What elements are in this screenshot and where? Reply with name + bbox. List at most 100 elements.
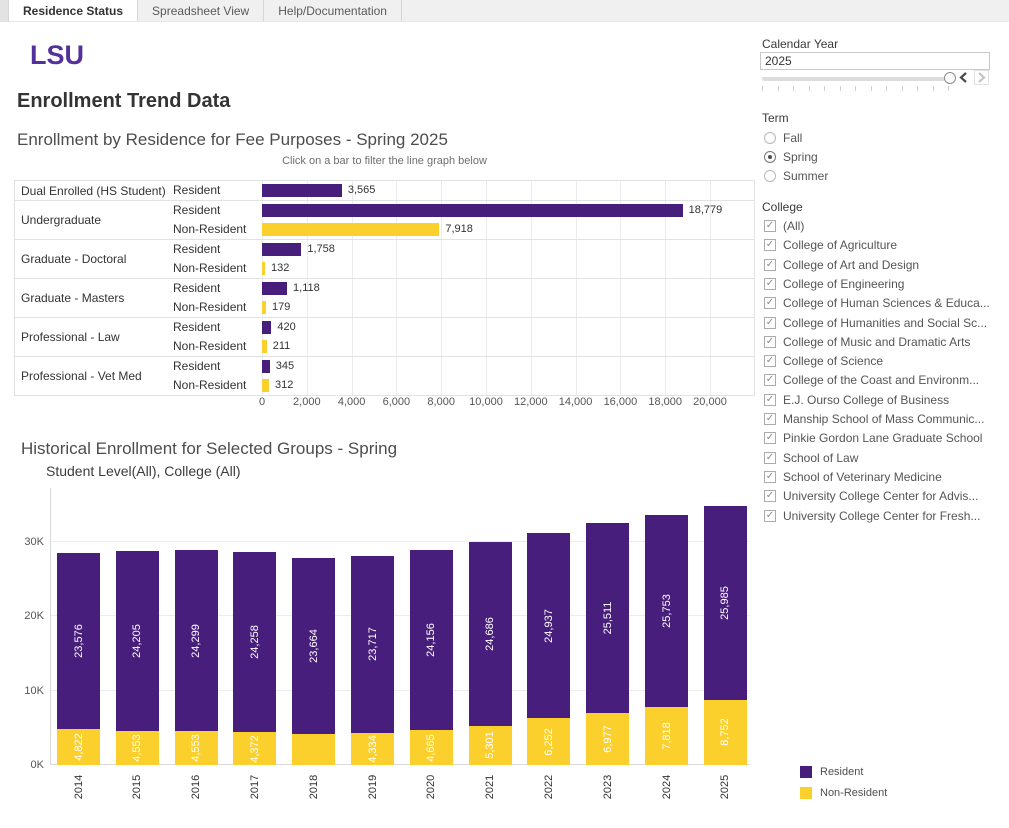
bar-value-label: 18,779 [689,201,723,220]
bar-non-resident[interactable] [262,379,269,392]
checkbox-icon[interactable]: ✓ [764,510,776,522]
college-option-college-of-human-sciences-educa[interactable]: ✓College of Human Sciences & Educa... [764,295,990,311]
stack-segment-non-resident[interactable] [292,734,335,765]
slider-tick [778,86,779,91]
term-option-summer[interactable]: Summer [764,168,828,184]
gridline [710,376,711,395]
bar-plot-area: 1,118 [262,279,754,298]
segment-value-label: 24,205 [131,624,143,658]
slider-tick [886,86,887,91]
college-option-university-college-center-for-fresh[interactable]: ✓University College Center for Fresh... [764,508,980,524]
segment-value-label: 4,665 [425,734,437,762]
term-option-label: Spring [783,150,818,164]
college-option-e-j-ourso-college-of-business[interactable]: ✓E.J. Ourso College of Business [764,392,949,408]
checkbox-icon[interactable]: ✓ [764,413,776,425]
college-option-school-of-law[interactable]: ✓School of Law [764,450,858,466]
college-option-university-college-center-for-advis[interactable]: ✓University College Center for Advis... [764,488,978,504]
college-option-college-of-science[interactable]: ✓ College of Science [764,353,883,369]
gridline [665,240,666,259]
tab-help-documentation[interactable]: Help/Documentation [264,0,402,21]
college-option-college-of-engineering[interactable]: ✓College of Engineering [764,276,904,292]
table-row: Non-Resident7,918 [173,220,754,239]
term-filter-label: Term [762,111,789,125]
checkbox-icon[interactable]: ✓ [764,355,776,367]
checkbox-icon[interactable]: ✓ [764,432,776,444]
college-option-college-of-music-and-dramatic-arts[interactable]: ✓ College of Music and Dramatic Arts [764,334,970,350]
category-label: Dual Enrolled (HS Student) [15,181,173,200]
college-option-college-of-humanities-and-social-sc[interactable]: ✓College of Humanities and Social Sc... [764,315,987,331]
gridline [396,279,397,298]
table-row: Non-Resident132 [173,259,754,278]
checkbox-icon[interactable]: ✓ [764,374,776,386]
bar-non-resident[interactable] [262,262,265,275]
gridline [710,220,711,239]
calendar-year-input[interactable] [760,52,990,70]
x-axis-label: 2019 [367,775,379,799]
residence-chart-x-axis: 02,0004,0006,0008,00010,00012,00014,0001… [262,396,755,412]
term-option-spring[interactable]: Spring [764,149,818,165]
bar-resident[interactable] [262,282,287,295]
checkbox-icon[interactable]: ✓ [764,317,776,329]
tab-spreadsheet-view[interactable]: Spreadsheet View [138,0,264,21]
bar-non-resident[interactable] [262,301,266,314]
table-row: Resident420 [173,318,754,337]
college-option-manship-school-of-mass-communic[interactable]: ✓Manship School of Mass Communic... [764,411,984,427]
college-option-school-of-veterinary-medicine[interactable]: ✓School of Veterinary Medicine [764,469,942,485]
gridline [486,279,487,298]
checkbox-icon[interactable]: ✓ [764,278,776,290]
category-label: Undergraduate [15,201,173,239]
historical-stacked-bar-chart: 0K10K20K30K4,82223,57620144,55324,205201… [50,488,755,765]
residence-label: Non-Resident [173,220,262,239]
gridline [396,376,397,395]
bar-resident[interactable] [262,321,271,334]
checkbox-icon[interactable]: ✓ [764,220,776,232]
checkbox-icon[interactable]: ✓ [764,452,776,464]
checkbox-icon[interactable]: ✓ [764,239,776,251]
calendar-year-slider-handle[interactable] [944,72,956,84]
x-axis-label: 2021 [484,775,496,799]
gridline [486,318,487,337]
slider-next-button[interactable] [974,70,989,85]
radio-button-icon[interactable] [764,151,776,163]
college-option-label: College of the Coast and Environm... [783,373,979,387]
bar-resident[interactable] [262,204,683,217]
college-option-pinkie-gordon-lane-graduate-school[interactable]: ✓Pinkie Gordon Lane Graduate School [764,430,982,446]
checkbox-icon[interactable]: ✓ [764,394,776,406]
college-option-all[interactable]: ✓(All) [764,218,804,234]
bar-resident[interactable] [262,243,301,256]
gridline [307,337,308,356]
college-option-college-of-art-and-design[interactable]: ✓College of Art and Design [764,257,919,273]
radio-button-icon[interactable] [764,132,776,144]
radio-button-icon[interactable] [764,170,776,182]
legend-item-non-resident[interactable]: Non-Resident [800,782,887,803]
bar-non-resident[interactable] [262,223,439,236]
bar-value-label: 211 [273,337,291,356]
legend-item-resident[interactable]: Resident [800,761,887,782]
college-option-label: College of Music and Dramatic Arts [783,335,970,349]
college-option-label: College of Science [783,354,883,368]
gridline [441,357,442,376]
tab-residence-status[interactable]: Residence Status [9,0,138,21]
checkbox-icon[interactable]: ✓ [764,490,776,502]
bar-non-resident[interactable] [262,340,267,353]
checkbox-icon[interactable]: ✓ [764,297,776,309]
bar-resident[interactable] [262,360,270,373]
slider-prev-button[interactable] [956,70,971,85]
x-axis-label: 2022 [543,775,555,799]
college-option-college-of-agriculture[interactable]: ✓College of Agriculture [764,237,897,253]
checkbox-icon[interactable]: ✓ [764,471,776,483]
bar-resident[interactable] [262,184,342,197]
segment-value-label: 4,372 [249,735,261,763]
checkbox-icon[interactable]: ✓ [764,259,776,271]
calendar-year-slider-track[interactable] [762,77,948,81]
x-axis-label: 2015 [131,775,143,799]
slider-tick [871,86,872,91]
gridline [531,259,532,278]
x-axis-label: 2025 [719,775,731,799]
gridline [396,298,397,317]
term-option-fall[interactable]: Fall [764,130,802,146]
gridline [307,318,308,337]
college-option-college-of-the-coast-and-environm[interactable]: ✓ College of the Coast and Environm... [764,372,979,388]
bar-value-label: 1,118 [293,279,320,298]
checkbox-icon[interactable]: ✓ [764,336,776,348]
